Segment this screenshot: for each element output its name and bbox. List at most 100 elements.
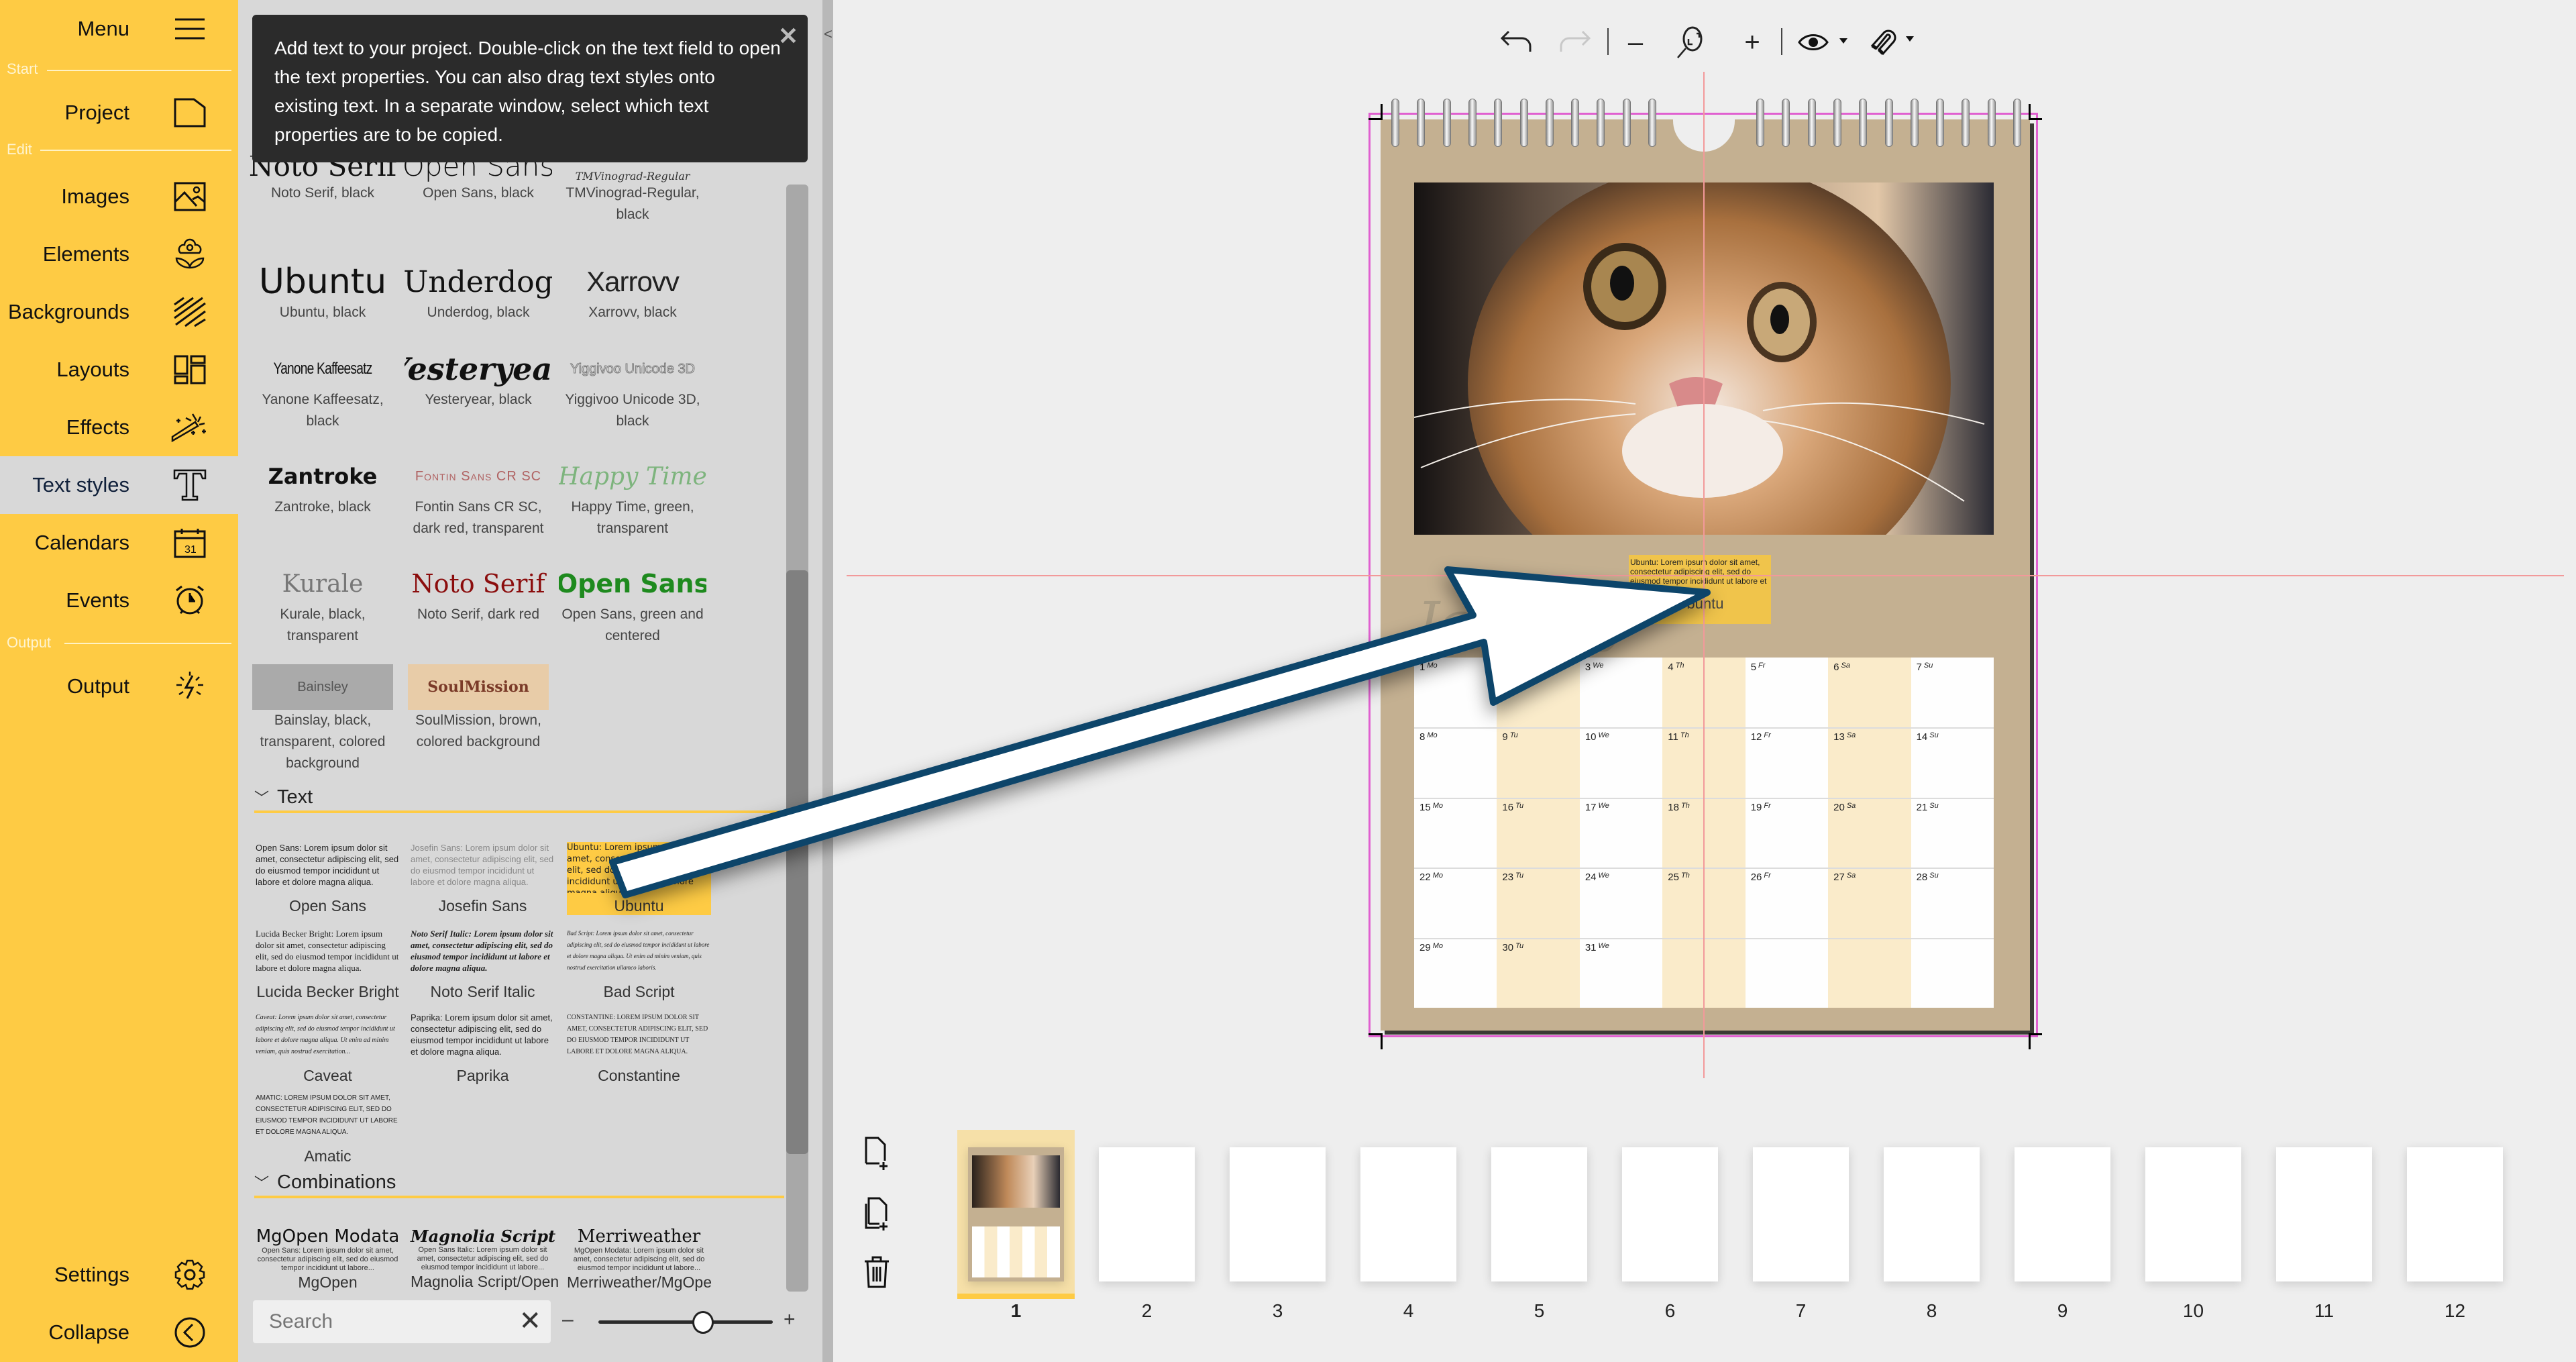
calendar-day[interactable]: 19 Fr <box>1751 802 1771 813</box>
combination-item[interactable]: MgOpen Modata Open Sans: Lorem ipsum dolo… <box>256 1226 400 1292</box>
calendar-day[interactable]: 16 Tu <box>1502 802 1523 813</box>
combination-item[interactable]: Merriweather MgOpen Modata: Lorem ipsum d… <box>567 1226 712 1292</box>
calendar-day[interactable]: 6 Sa <box>1833 662 1850 673</box>
sidebar-item-text-styles[interactable]: Text styles <box>0 456 238 514</box>
calendar-day[interactable]: 22 Mo <box>1419 872 1443 883</box>
zoom-in-button[interactable]: + <box>1739 25 1766 59</box>
thumbnail-zoom-slider[interactable] <box>598 1320 699 1324</box>
calendar-day[interactable]: 30 Tu <box>1502 942 1523 953</box>
text-preset-item[interactable]: AMATIC: LOREM IPSUM DOLOR SIT AMET, CONS… <box>256 1092 400 1165</box>
text-preset-item[interactable]: Josefin Sans: Lorem ipsum dolor sit amet… <box>411 842 555 915</box>
page-thumbnail[interactable] <box>2407 1147 2503 1281</box>
month-title[interactable]: January <box>1417 590 1627 653</box>
text-style-item[interactable]: Ubuntu Ubuntu, black <box>249 262 396 323</box>
text-style-item[interactable]: Kurale Kurale, black, transparent <box>249 564 396 647</box>
redo-button[interactable] <box>1555 25 1595 59</box>
combinations-section-header[interactable]: ﹀ Combinations <box>254 1169 784 1198</box>
close-icon[interactable]: ✕ <box>778 24 798 48</box>
page-thumbnail[interactable] <box>1230 1147 1326 1281</box>
search-input[interactable] <box>269 1308 497 1335</box>
snap-dropdown[interactable] <box>1865 25 1925 59</box>
text-preset-item[interactable]: Caveat: Lorem ipsum dolor sit amet, cons… <box>256 1012 400 1085</box>
calendar-day[interactable]: 1 Mo <box>1419 662 1438 673</box>
calendar-day[interactable]: 26 Fr <box>1751 872 1771 883</box>
page-thumbnail[interactable] <box>1622 1147 1718 1281</box>
text-preset-item[interactable]: Ubuntu: Lorem ipsum dolor sit amet, cons… <box>567 842 711 915</box>
page-thumbnail[interactable] <box>2015 1147 2110 1281</box>
text-style-item[interactable]: Open Sans Open Sans, green and centered <box>559 564 706 647</box>
text-style-item[interactable]: Bainsley Bainslay, black, transparent, co… <box>249 664 396 774</box>
undo-button[interactable] <box>1496 25 1536 59</box>
add-page-button[interactable] <box>860 1134 894 1174</box>
thumbnail-zoom-slider-handle[interactable] <box>692 1311 714 1334</box>
calendar-day[interactable]: 14 Su <box>1917 731 1939 743</box>
calendar-day[interactable]: 7 Su <box>1917 662 1933 673</box>
collapse-button[interactable]: Collapse <box>0 1304 238 1361</box>
calendar-day[interactable]: 13 Sa <box>1833 731 1856 743</box>
calendar-day[interactable]: 15 Mo <box>1419 802 1443 813</box>
preview-dropdown[interactable] <box>1794 25 1855 59</box>
calendar-day[interactable]: 28 Su <box>1917 872 1939 883</box>
calendar-day[interactable]: 21 Su <box>1917 802 1939 813</box>
text-style-item[interactable]: Zantroke Zantroke, black <box>249 456 396 518</box>
delete-page-button[interactable] <box>860 1252 894 1292</box>
page-thumbnail[interactable] <box>1884 1147 1980 1281</box>
calendar-day[interactable]: 25 Th <box>1668 872 1690 883</box>
menu-button[interactable]: Menu <box>0 0 238 58</box>
thumbnail-zoom-in-button[interactable]: + <box>784 1308 796 1331</box>
calendar-day[interactable]: 11 Th <box>1668 731 1688 743</box>
text-style-item[interactable]: Open Sans Open Sans, black <box>405 156 552 204</box>
calendar-day[interactable]: 8 Mo <box>1419 731 1438 743</box>
page-thumbnail[interactable] <box>968 1147 1064 1281</box>
panel-splitter[interactable] <box>822 0 833 1362</box>
text-preset-item[interactable]: Open Sans: Lorem ipsum dolor sit amet, c… <box>256 842 400 915</box>
calendar-day[interactable]: 5 Fr <box>1751 662 1766 673</box>
sidebar-item-project[interactable]: Project <box>0 84 238 142</box>
calendar-day[interactable]: 2 Tu <box>1502 662 1517 673</box>
page-thumbnail[interactable] <box>1360 1147 1456 1281</box>
calendar-day[interactable]: 18 Th <box>1668 802 1690 813</box>
sidebar-item-effects[interactable]: Effects <box>0 399 238 456</box>
calendar-day[interactable]: 10 We <box>1585 731 1609 743</box>
text-section-header[interactable]: ﹀ Text <box>254 784 784 813</box>
text-preset-item[interactable]: Paprika: Lorem ipsum dolor sit amet, con… <box>411 1012 555 1085</box>
text-preset-item[interactable]: Bad Script: Lorem ipsum dolor sit amet, … <box>567 928 711 1001</box>
sidebar-item-layouts[interactable]: Layouts <box>0 341 238 399</box>
calendar-day[interactable]: 3 We <box>1585 662 1604 673</box>
calendar-day[interactable]: 9 Tu <box>1502 731 1517 743</box>
calendar-day[interactable]: 31 We <box>1585 942 1609 953</box>
calendar-day[interactable]: 29 Mo <box>1419 942 1443 953</box>
zoom-fit-button[interactable] <box>1670 25 1711 59</box>
calendar-day[interactable]: 17 We <box>1585 802 1609 813</box>
sidebar-item-output[interactable]: Output <box>0 658 238 715</box>
text-style-item[interactable]: Noto Serif Noto Serif, dark red <box>405 564 552 625</box>
text-style-item[interactable]: Underdog Underdog, black <box>405 262 552 323</box>
search-field[interactable]: ✕ <box>253 1300 551 1343</box>
text-preset-item[interactable]: Lucida Becker Bright: Lorem ipsum dolor … <box>256 928 400 1001</box>
page-thumbnail[interactable] <box>1099 1147 1195 1281</box>
clear-search-icon[interactable]: ✕ <box>519 1306 541 1337</box>
sidebar-item-backgrounds[interactable]: Backgrounds <box>0 283 238 341</box>
duplicate-page-button[interactable] <box>860 1194 894 1235</box>
thumbnail-zoom-out-button[interactable]: – <box>562 1308 574 1331</box>
text-preset-item[interactable]: Noto Serif Italic: Lorem ipsum dolor sit… <box>411 928 555 1001</box>
collapse-panel-chevron-icon[interactable]: < <box>824 25 833 43</box>
text-style-item[interactable]: Yanone Kaffeesatz Yanone Kaffeesatz, blac… <box>249 349 396 432</box>
text-style-item[interactable]: Xarrovv Xarrovv, black <box>559 262 706 323</box>
dropped-text-box[interactable]: Ubuntu: Lorem ipsum dolor sit amet, cons… <box>1629 555 1771 624</box>
sidebar-item-images[interactable]: Images <box>0 168 238 225</box>
calendar-day[interactable]: 4 Th <box>1668 662 1684 673</box>
text-style-item[interactable]: Happy Time Happy Time, green, transparent <box>559 456 706 539</box>
sidebar-item-events[interactable]: Events <box>0 572 238 629</box>
sidebar-item-elements[interactable]: Elements <box>0 225 238 283</box>
combination-item[interactable]: Magnolia Script Open Sans Italic: Lorem i… <box>411 1226 559 1291</box>
text-preset-item[interactable]: CONSTANTINE: LOREM IPSUM DOLOR SIT AMET,… <box>567 1012 711 1085</box>
text-style-item[interactable]: Yiggivoo Unicode 3D Yiggivoo Unicode 3D, … <box>559 349 706 432</box>
page-thumbnail[interactable] <box>2145 1147 2241 1281</box>
page-thumbnail[interactable] <box>1491 1147 1587 1281</box>
settings-button[interactable]: Settings <box>0 1246 238 1304</box>
text-style-item[interactable]: TMVinograd-Regular TMVinograd-Regular, bl… <box>559 156 706 225</box>
page-thumbnail[interactable] <box>2276 1147 2372 1281</box>
calendar-day[interactable]: 20 Sa <box>1833 802 1856 813</box>
page-thumbnail[interactable] <box>1753 1147 1849 1281</box>
